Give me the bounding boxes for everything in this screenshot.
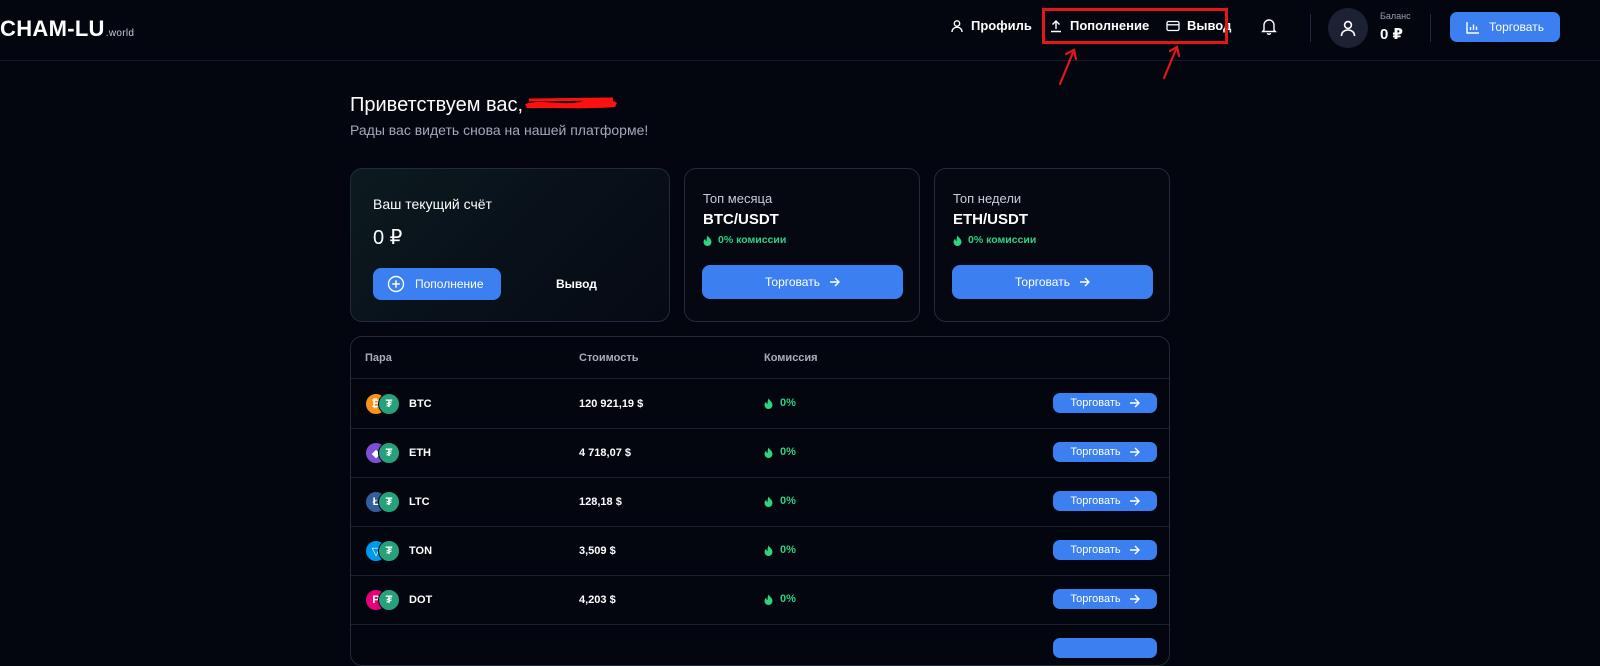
- top-card-fee-text: 0% комиссии: [718, 234, 787, 246]
- column-header-price: Стоимость: [579, 352, 639, 364]
- top-card-trade-button[interactable]: Торговать: [702, 265, 903, 299]
- redaction-scribble: [525, 97, 617, 109]
- tether-icon: ₮: [378, 393, 400, 415]
- tether-icon: ₮: [378, 442, 400, 464]
- pair-fee: 0%: [764, 397, 796, 409]
- top-card-pair: BTC/USDT: [703, 211, 779, 228]
- flame-icon: [764, 545, 773, 556]
- top-card-trade-button[interactable]: Торговать: [952, 265, 1153, 299]
- flame-icon: [764, 496, 773, 507]
- table-row: ◆ ₮ ETH 4 718,07 $ 0% Торговать: [351, 428, 1169, 478]
- table-row: ₿ ₮ BTC 120 921,19 $ 0% Торговать: [351, 379, 1169, 429]
- top-card-trade-label: Торговать: [1015, 275, 1070, 289]
- pairs-table: Пара Стоимость Комиссия ₿ ₮ BTC 120 921,19 …: [350, 336, 1170, 666]
- flame-icon: [764, 398, 773, 409]
- top-card-trade-label: Торговать: [765, 275, 820, 289]
- pair-fee-text: 0%: [780, 446, 796, 458]
- flame-icon: [953, 235, 962, 246]
- flame-icon: [703, 235, 712, 246]
- arrow-right-icon: [1129, 545, 1140, 555]
- coin-pair-icons: ▽ ₮: [365, 540, 401, 562]
- pair-symbol: ETH: [409, 447, 431, 459]
- withdraw-button[interactable]: Вывод: [556, 277, 597, 291]
- arrow-right-icon: [1079, 277, 1090, 287]
- row-trade-label: Торговать: [1070, 495, 1121, 507]
- table-row: ▽ ₮ TON 3,509 $ 0% Торговать: [351, 526, 1169, 576]
- coin-pair-icons: ◆ ₮: [365, 442, 401, 464]
- arrow-right-icon: [1129, 398, 1140, 408]
- tether-icon: ₮: [378, 589, 400, 611]
- pair-fee: 0%: [764, 593, 796, 605]
- row-trade-button[interactable]: Торговать: [1053, 442, 1157, 462]
- column-header-pair: Пара: [365, 352, 392, 364]
- coin-pair-icons: Ł ₮: [365, 491, 401, 513]
- pair-price: 128,18 $: [579, 496, 622, 508]
- top-card-pair: ETH/USDT: [953, 211, 1028, 228]
- tether-icon: ₮: [378, 491, 400, 513]
- top-card-label: Топ недели: [953, 191, 1022, 206]
- pair-fee: 0%: [764, 544, 796, 556]
- pair-fee-text: 0%: [780, 397, 796, 409]
- account-balance: 0 ₽: [373, 227, 403, 249]
- pair-fee: 0%: [764, 446, 796, 458]
- account-card: Ваш текущий счёт 0 ₽ Пополнение Вывод: [350, 168, 670, 322]
- pair-price: 3,509 $: [579, 545, 616, 557]
- arrow-right-icon: [1129, 594, 1140, 604]
- top-card-fee: 0% комиссии: [953, 234, 1036, 246]
- coin-pair-icons: ₿ ₮: [365, 393, 401, 415]
- pair-symbol: BTC: [409, 398, 432, 410]
- pair-symbol: LTC: [409, 496, 430, 508]
- pair-fee-text: 0%: [780, 593, 796, 605]
- pair-fee-text: 0%: [780, 544, 796, 556]
- pair-price: 4 718,07 $: [579, 447, 631, 459]
- top-month-card: Топ месяца BTC/USDT 0% комиссии Торговат…: [684, 168, 920, 322]
- arrow-right-icon: [1129, 496, 1140, 506]
- plus-circle-icon: [387, 275, 405, 293]
- column-header-fee: Комиссия: [764, 352, 818, 364]
- pair-symbol: TON: [409, 545, 433, 557]
- table-row: [351, 624, 1169, 665]
- row-trade-label: Торговать: [1070, 544, 1121, 556]
- pair-symbol: DOT: [409, 594, 433, 606]
- pair-price: 4,203 $: [579, 594, 616, 606]
- row-trade-label: Торговать: [1070, 593, 1121, 605]
- row-trade-button[interactable]: Торговать: [1053, 589, 1157, 609]
- pair-price: 120 921,19 $: [579, 398, 644, 410]
- deposit-label: Пополнение: [415, 277, 484, 291]
- row-trade-button[interactable]: Торговать: [1053, 491, 1157, 511]
- deposit-button[interactable]: Пополнение: [373, 268, 501, 300]
- flame-icon: [764, 594, 773, 605]
- coin-pair-icons: P ₮: [365, 589, 401, 611]
- pair-fee: 0%: [764, 495, 796, 507]
- table-row: P ₮ DOT 4,203 $ 0% Торговать: [351, 575, 1169, 625]
- annotation-arrows: [1058, 45, 1181, 86]
- greeting-title: Приветствуем вас,: [350, 94, 524, 116]
- table-row: Ł ₮ LTC 128,18 $ 0% Торговать: [351, 477, 1169, 527]
- arrow-right-icon: [829, 277, 840, 287]
- top-card-fee: 0% комиссии: [703, 234, 786, 246]
- row-trade-button[interactable]: Торговать: [1053, 393, 1157, 413]
- pair-fee-text: 0%: [780, 495, 796, 507]
- greeting-subtitle: Рады вас видеть снова на нашей платформе…: [350, 122, 649, 138]
- row-trade-button[interactable]: Торговать: [1053, 540, 1157, 560]
- top-week-card: Топ недели ETH/USDT 0% комиссии Торговат…: [934, 168, 1170, 322]
- top-card-fee-text: 0% комиссии: [968, 234, 1037, 246]
- row-trade-button[interactable]: [1053, 638, 1157, 658]
- row-trade-label: Торговать: [1070, 446, 1121, 458]
- flame-icon: [764, 447, 773, 458]
- account-title: Ваш текущий счёт: [373, 196, 492, 212]
- top-card-label: Топ месяца: [703, 191, 773, 206]
- row-trade-label: Торговать: [1070, 397, 1121, 409]
- tether-icon: ₮: [378, 540, 400, 562]
- arrow-right-icon: [1129, 447, 1140, 457]
